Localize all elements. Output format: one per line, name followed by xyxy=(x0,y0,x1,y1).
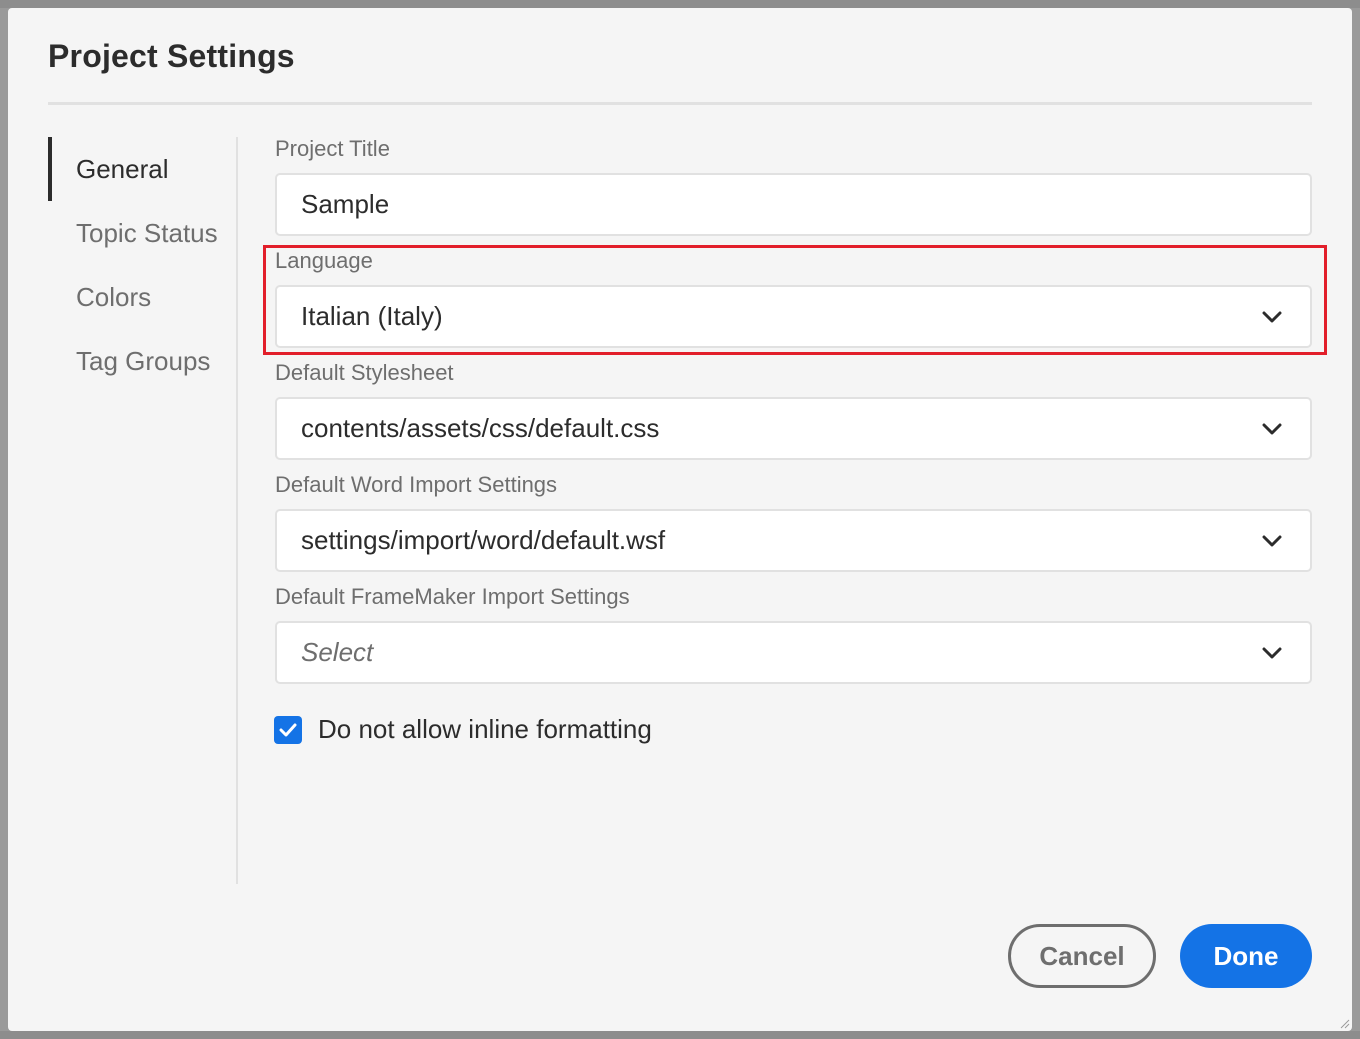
inline-formatting-label: Do not allow inline formatting xyxy=(318,714,652,744)
language-label: Language xyxy=(275,248,373,273)
word-import-select[interactable]: settings/import/word/default.wsf xyxy=(275,509,1312,572)
framemaker-import-label: Default FrameMaker Import Settings xyxy=(275,584,630,609)
language-value: Italian (Italy) xyxy=(301,301,443,331)
backdrop xyxy=(0,1031,1360,1039)
sidebar-item-label: Tag Groups xyxy=(76,345,211,376)
chevron-down-icon[interactable] xyxy=(1242,399,1302,458)
inline-formatting-option[interactable]: Do not allow inline formatting xyxy=(274,714,652,745)
sidebar-item-general[interactable]: General xyxy=(48,137,234,201)
sidebar-item-label: Topic Status xyxy=(76,217,218,248)
chevron-down-icon[interactable] xyxy=(1242,511,1302,570)
title-divider xyxy=(48,102,1312,105)
sidebar-item-topic-status[interactable]: Topic Status xyxy=(48,201,234,265)
default-stylesheet-value: contents/assets/css/default.css xyxy=(301,413,660,443)
default-stylesheet-label: Default Stylesheet xyxy=(275,360,454,385)
project-settings-dialog: Project Settings General Topic Status Co… xyxy=(8,8,1352,1031)
project-title-value: Sample xyxy=(301,189,390,219)
word-import-value: settings/import/word/default.wsf xyxy=(301,525,666,555)
framemaker-import-select[interactable]: Select xyxy=(275,621,1312,684)
done-button[interactable]: Done xyxy=(1180,924,1312,988)
chevron-down-icon[interactable] xyxy=(1242,287,1302,346)
inline-formatting-checkbox[interactable] xyxy=(274,715,302,744)
checkmark-icon xyxy=(279,723,297,736)
sidebar-item-colors[interactable]: Colors xyxy=(48,265,234,329)
chevron-down-icon[interactable] xyxy=(1242,623,1302,682)
backdrop xyxy=(0,0,1360,8)
default-stylesheet-select[interactable]: contents/assets/css/default.css xyxy=(275,397,1312,460)
sidebar-item-label: General xyxy=(76,153,169,184)
sidebar-item-tag-groups[interactable]: Tag Groups xyxy=(48,329,234,393)
framemaker-import-placeholder: Select xyxy=(301,637,374,667)
project-title-input[interactable]: Sample xyxy=(275,173,1312,236)
language-select[interactable]: Italian (Italy) xyxy=(275,285,1312,348)
sidebar-divider xyxy=(236,137,238,884)
cancel-button[interactable]: Cancel xyxy=(1008,924,1156,988)
resize-grip-icon[interactable] xyxy=(1338,1017,1350,1029)
settings-sidebar: General Topic Status Colors Tag Groups xyxy=(48,137,238,884)
word-import-label: Default Word Import Settings xyxy=(275,472,558,497)
dialog-title: Project Settings xyxy=(48,38,295,74)
sidebar-item-label: Colors xyxy=(76,281,152,312)
project-title-label: Project Title xyxy=(275,136,390,161)
